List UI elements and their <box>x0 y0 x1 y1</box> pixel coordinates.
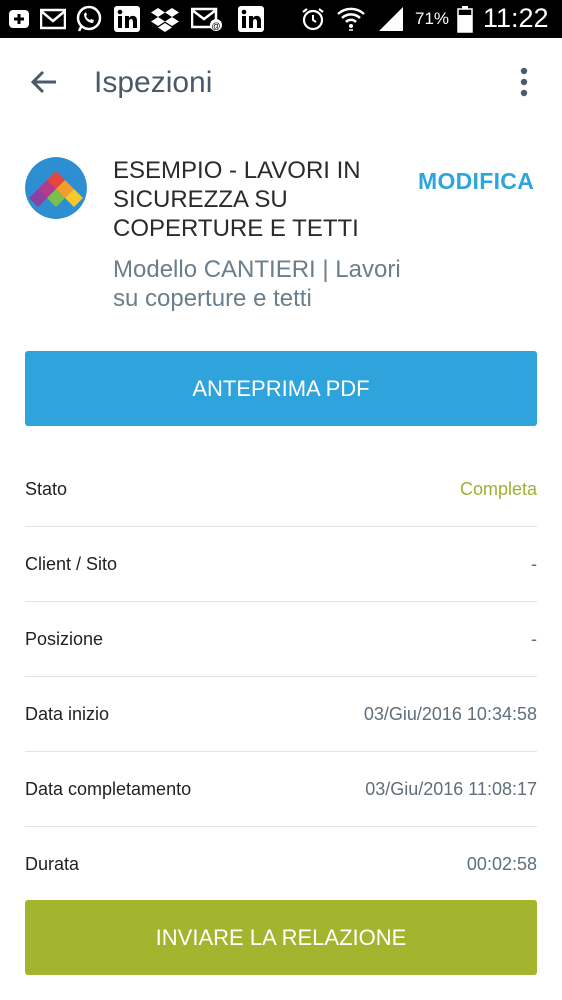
alarm-icon <box>298 4 328 34</box>
linkedin-icon <box>112 4 142 34</box>
wifi-icon <box>334 4 368 34</box>
signal-icon <box>376 4 406 34</box>
detail-label: Durata <box>25 853 80 874</box>
detail-row-start-date: Data inizio 03/Giu/2016 10:34:58 <box>25 677 537 752</box>
battery-icon <box>455 4 475 34</box>
inspection-template: Modello CANTIERI | Lavori su coperture e… <box>113 256 401 312</box>
dropbox-icon <box>150 4 180 34</box>
detail-row-position: Posizione - <box>25 602 537 677</box>
back-button[interactable] <box>24 64 64 104</box>
detail-value: 03/Giu/2016 11:08:17 <box>365 778 537 799</box>
detail-value: - <box>531 553 537 574</box>
detail-row-completion-date: Data completamento 03/Giu/2016 11:08:17 <box>25 752 537 827</box>
more-vert-icon <box>520 67 528 102</box>
detail-row-status: Stato Completa <box>25 452 537 527</box>
arrow-back-icon <box>30 68 58 101</box>
detail-row-client: Client / Sito - <box>25 527 537 602</box>
detail-label: Posizione <box>25 628 104 649</box>
email-notification-icon: @ <box>190 4 224 34</box>
app-logo <box>25 157 87 219</box>
status-bar: @ 71% 11:22 <box>0 0 562 38</box>
detail-value: 03/Giu/2016 10:34:58 <box>363 703 537 724</box>
detail-value: - <box>531 628 537 649</box>
detail-label: Client / Sito <box>25 553 118 574</box>
linkedin-icon <box>236 4 266 34</box>
svg-text:@: @ <box>211 21 220 31</box>
overflow-menu-button[interactable] <box>506 64 542 104</box>
details-list: Stato Completa Client / Sito - Posizione… <box>25 452 537 901</box>
detail-row-duration: Durata 00:02:58 <box>25 827 537 901</box>
whatsapp-icon <box>74 4 104 34</box>
page-title: Ispezioni <box>94 66 213 99</box>
clock: 11:22 <box>483 3 549 33</box>
mail-icon <box>38 4 68 34</box>
inspection-title: ESEMPIO - LAVORI IN SICUREZZA SU COPERTU… <box>113 157 361 242</box>
app-bar: Ispezioni <box>0 38 562 130</box>
battery-percent: 71% <box>415 9 450 28</box>
detail-label: Stato <box>25 478 68 499</box>
edit-button[interactable]: MODIFICA <box>418 168 534 195</box>
send-report-button[interactable]: INVIARE LA RELAZIONE <box>25 900 537 975</box>
status-value: Completa <box>459 478 537 499</box>
detail-label: Data completamento <box>25 778 192 799</box>
pdf-preview-button[interactable]: ANTEPRIMA PDF <box>25 351 537 426</box>
detail-label: Data inizio <box>25 703 110 724</box>
add-box-icon <box>6 4 32 34</box>
detail-value: 00:02:58 <box>466 853 537 874</box>
